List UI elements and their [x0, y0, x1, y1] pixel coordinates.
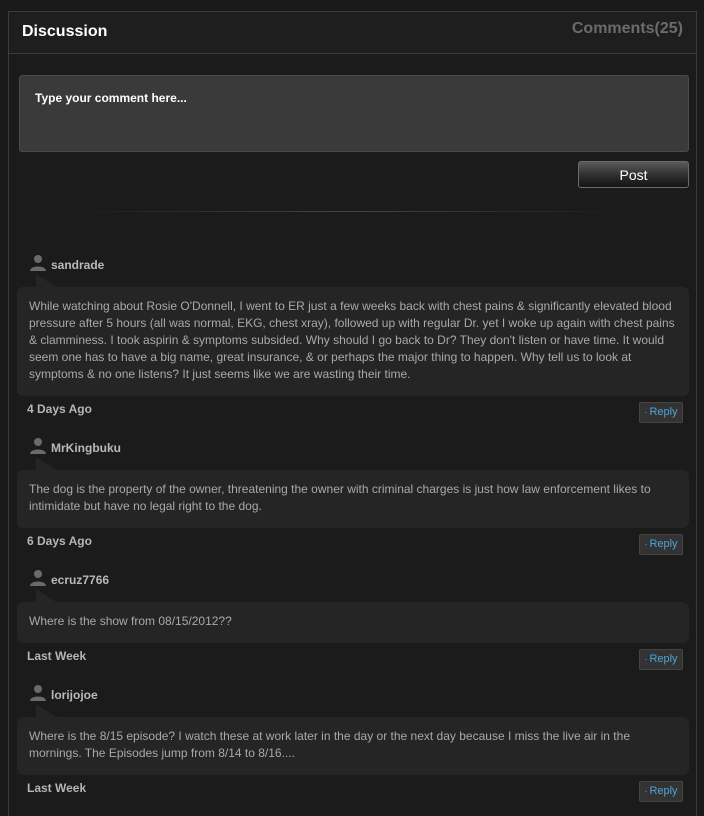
- comment-text: The dog is the property of the owner, th…: [17, 470, 689, 528]
- reply-bullet-icon: ·: [644, 539, 648, 549]
- user-silhouette-icon: [30, 685, 46, 701]
- comment-username[interactable]: MrKingbuku: [51, 441, 121, 455]
- reply-button[interactable]: · Reply: [639, 534, 683, 555]
- reply-label: Reply: [649, 538, 678, 550]
- comment-input-placeholder: Type your comment here...: [35, 91, 187, 105]
- discussion-title: Discussion: [22, 23, 108, 40]
- reply-label: Reply: [649, 785, 678, 797]
- discussion-header: Discussion Comments(25): [9, 12, 696, 54]
- reply-bullet-icon: ·: [644, 407, 648, 417]
- bubble-tail: [36, 589, 58, 603]
- reply-button[interactable]: · Reply: [639, 781, 683, 802]
- comment-text: Where is the show from 08/15/2012??: [17, 602, 689, 643]
- bubble-tail: [36, 457, 58, 471]
- comments-count[interactable]: Comments(25): [572, 20, 683, 38]
- comment-timestamp: 4 Days Ago: [27, 402, 92, 416]
- comment-username[interactable]: sandrade: [51, 258, 104, 272]
- comment-timestamp: Last Week: [27, 649, 87, 663]
- reply-button[interactable]: · Reply: [639, 402, 683, 423]
- comment-input[interactable]: Type your comment here...: [19, 75, 689, 152]
- post-button[interactable]: Post: [578, 161, 689, 188]
- comment-timestamp: 6 Days Ago: [27, 534, 92, 548]
- comment-text: Where is the 8/15 episode? I watch these…: [17, 717, 689, 775]
- user-silhouette-icon: [30, 570, 46, 586]
- user-silhouette-icon: [30, 438, 46, 454]
- comment-username[interactable]: ecruz7766: [51, 573, 109, 587]
- reply-bullet-icon: ·: [644, 654, 648, 664]
- reply-label: Reply: [649, 653, 678, 665]
- reply-button[interactable]: · Reply: [639, 649, 683, 670]
- divider: [69, 211, 629, 212]
- comment-text: While watching about Rosie O'Donnell, I …: [17, 287, 689, 396]
- reply-label: Reply: [649, 406, 678, 418]
- discussion-panel: Discussion Comments(25) Type your commen…: [8, 11, 697, 816]
- bubble-tail: [36, 274, 58, 288]
- comment-timestamp: Last Week: [27, 781, 87, 795]
- comment-username[interactable]: lorijojoe: [51, 688, 98, 702]
- comment-box-tail: [530, 87, 564, 107]
- user-silhouette-icon: [30, 255, 46, 271]
- bubble-tail: [36, 704, 58, 718]
- reply-bullet-icon: ·: [644, 786, 648, 796]
